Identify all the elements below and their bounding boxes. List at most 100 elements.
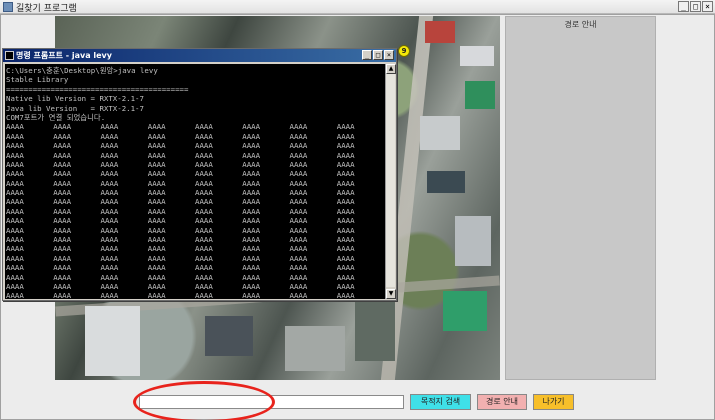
console-data-cell: AAAA — [53, 216, 72, 226]
console-data-cell: AAAA — [289, 188, 308, 198]
console-data-cell: AAAA — [100, 263, 119, 273]
console-data-cell: AAAA — [242, 225, 261, 235]
search-destination-button[interactable]: 목적지 검색 — [410, 394, 471, 410]
console-data-cell: AAAA — [6, 197, 24, 207]
console-close-button[interactable]: × — [384, 50, 394, 60]
console-data-cell: AAAA — [289, 131, 308, 141]
console-data-cell: AAAA — [242, 291, 261, 299]
console-data-row: AAAA AAAA AAAA AAAA AAAA AAAA AAAA AAAA — [6, 141, 384, 150]
console-data-cell: AAAA — [242, 253, 261, 263]
console-data-row: AAAA AAAA AAAA AAAA AAAA AAAA AAAA AAAA — [6, 291, 384, 299]
scroll-down-icon[interactable]: ▼ — [386, 289, 396, 299]
console-data-cell: AAAA — [195, 159, 213, 169]
map-marker[interactable]: 9 — [398, 45, 410, 57]
console-line: Java lib Version = RXTX-2.1-7 — [6, 103, 144, 113]
console-data-cell: AAAA — [195, 235, 213, 245]
console-data-cell: AAAA — [6, 253, 24, 263]
map-building — [460, 46, 494, 66]
console-data-cell: AAAA — [242, 235, 261, 245]
scroll-up-icon[interactable]: ▲ — [386, 64, 396, 74]
console-data-cell: AAAA — [100, 169, 119, 179]
route-guide-title: 경로 안내 — [564, 20, 597, 29]
console-data-cell: AAAA — [336, 188, 355, 198]
console-data-cell: AAAA — [147, 206, 166, 216]
console-data-cell: AAAA — [6, 272, 24, 282]
console-line: Stable Library — [6, 75, 69, 85]
console-data-cell: AAAA — [289, 197, 308, 207]
map-building — [355, 301, 395, 361]
console-data-cell: AAAA — [242, 141, 261, 151]
console-output[interactable]: C:\Users\충훈\Desktop\원앙>java levy Stable … — [5, 64, 385, 299]
console-data-cell: AAAA — [53, 159, 72, 169]
console-data-row: AAAA AAAA AAAA AAAA AAAA AAAA AAAA AAAA — [6, 132, 384, 141]
console-data-cell: AAAA — [336, 141, 355, 151]
console-data-cell: AAAA — [195, 141, 213, 151]
console-data-cell: AAAA — [53, 272, 72, 282]
console-scrollbar[interactable]: ▲ ▼ — [385, 64, 396, 299]
console-data-cell: AAAA — [336, 291, 355, 299]
console-data-cell: AAAA — [53, 197, 72, 207]
console-data-row: AAAA AAAA AAAA AAAA AAAA AAAA AAAA AAAA — [6, 160, 384, 169]
console-data-cell: AAAA — [100, 197, 119, 207]
route-guide-button[interactable]: 경로 안내 — [477, 394, 527, 410]
console-data-cell: AAAA — [100, 244, 119, 254]
console-icon — [5, 51, 14, 60]
console-data-cell: AAAA — [336, 131, 355, 141]
console-line: Native lib Version = RXTX-2.1-7 — [6, 94, 144, 104]
console-data-cell: AAAA — [6, 235, 24, 245]
console-data-cell: AAAA — [100, 178, 119, 188]
console-data-cell: AAAA — [242, 169, 261, 179]
console-data-cell: AAAA — [242, 272, 261, 282]
maximize-button[interactable]: □ — [690, 1, 701, 12]
console-data-cell: AAAA — [242, 159, 261, 169]
console-data-cell: AAAA — [147, 253, 166, 263]
console-data-cell: AAAA — [147, 197, 166, 207]
console-data-cell: AAAA — [336, 150, 355, 160]
console-data-cell: AAAA — [6, 141, 24, 151]
console-data-cell: AAAA — [53, 141, 72, 151]
console-data-row: AAAA AAAA AAAA AAAA AAAA AAAA AAAA AAAA — [6, 216, 384, 225]
close-button[interactable]: × — [702, 1, 713, 12]
console-data-cell: AAAA — [242, 206, 261, 216]
console-data-cell: AAAA — [100, 272, 119, 282]
console-data-cell: AAAA — [289, 235, 308, 245]
console-data-cell: AAAA — [147, 159, 166, 169]
console-data-cell: AAAA — [53, 281, 72, 291]
console-data-cell: AAAA — [53, 122, 72, 132]
console-data-cell: AAAA — [147, 131, 166, 141]
highlight-annotation — [133, 381, 275, 420]
console-data-row: AAAA AAAA AAAA AAAA AAAA AAAA AAAA AAAA — [6, 207, 384, 216]
console-data-cell: AAAA — [336, 244, 355, 254]
console-data-cell: AAAA — [195, 188, 213, 198]
console-data-cell: AAAA — [195, 122, 213, 132]
console-data-row: AAAA AAAA AAAA AAAA AAAA AAAA AAAA AAAA — [6, 244, 384, 253]
exit-button[interactable]: 나가기 — [533, 394, 574, 410]
console-data-cell: AAAA — [147, 272, 166, 282]
console-data-cell: AAAA — [289, 225, 308, 235]
console-data-cell: AAAA — [195, 206, 213, 216]
console-data-cell: AAAA — [147, 291, 166, 299]
console-data-cell: AAAA — [336, 235, 355, 245]
console-data-row: AAAA AAAA AAAA AAAA AAAA AAAA AAAA AAAA — [6, 226, 384, 235]
console-data-cell: AAAA — [242, 131, 261, 141]
console-data-cell: AAAA — [289, 281, 308, 291]
console-data-cell: AAAA — [53, 188, 72, 198]
console-data-cell: AAAA — [147, 150, 166, 160]
map-building — [465, 81, 495, 109]
console-maximize-button[interactable]: □ — [373, 50, 383, 60]
console-data-cell: AAAA — [147, 225, 166, 235]
console-data-cell: AAAA — [195, 281, 213, 291]
console-data-row: AAAA AAAA AAAA AAAA AAAA AAAA AAAA AAAA — [6, 179, 384, 188]
console-data-cell: AAAA — [147, 235, 166, 245]
command-prompt-window[interactable]: 명령 프롬프트 - java levy _ □ × C:\Users\충훈\De… — [2, 48, 397, 301]
minimize-button[interactable]: _ — [678, 1, 689, 12]
console-minimize-button[interactable]: _ — [362, 50, 372, 60]
console-data-cell: AAAA — [6, 150, 24, 160]
console-data-cell: AAAA — [147, 216, 166, 226]
map-building — [85, 306, 140, 376]
console-data-cell: AAAA — [336, 169, 355, 179]
console-titlebar[interactable]: 명령 프롬프트 - java levy _ □ × — [3, 49, 396, 62]
console-data-row: AAAA AAAA AAAA AAAA AAAA AAAA AAAA AAAA — [6, 169, 384, 178]
map-building — [205, 316, 253, 356]
console-data-cell: AAAA — [289, 159, 308, 169]
